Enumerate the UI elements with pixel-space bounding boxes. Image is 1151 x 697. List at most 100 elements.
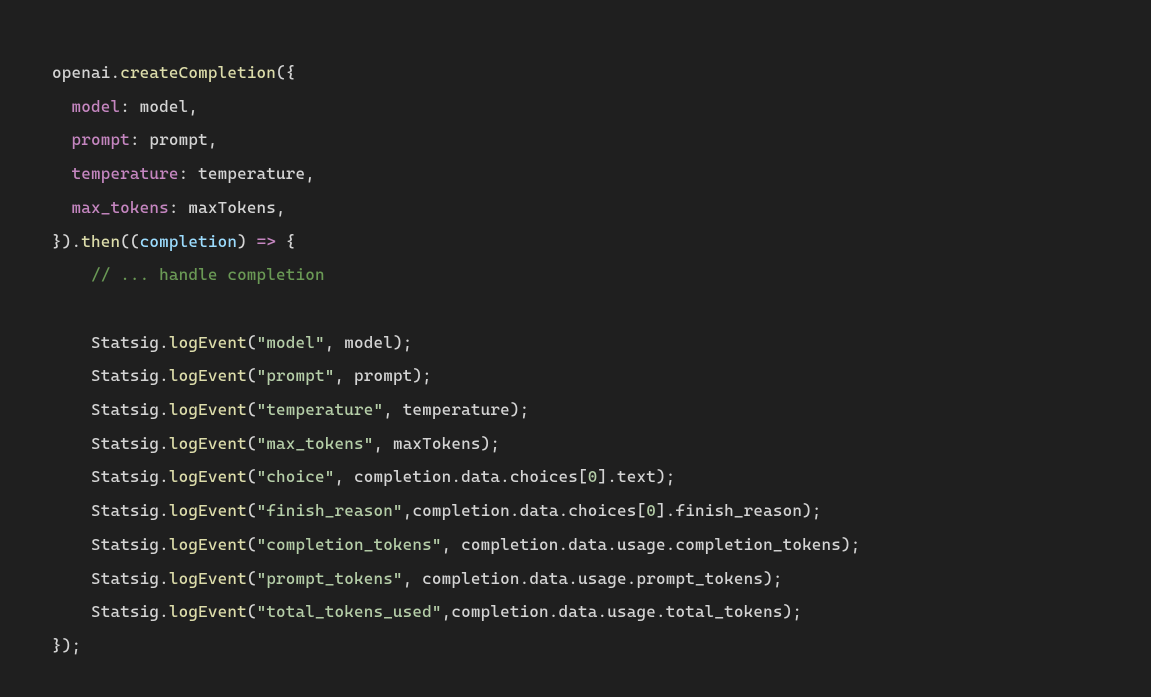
code-line: Statsig.logEvent("model", model);: [52, 333, 412, 352]
code-line: openai.createCompletion({: [52, 63, 296, 82]
code-token-punct: ,: [335, 467, 354, 486]
code-token-obj: prompt: [149, 130, 207, 149]
code-token-punct: ,: [442, 602, 452, 621]
code-block: openai.createCompletion({ model: model, …: [0, 0, 1151, 663]
code-token-punct: [: [578, 467, 588, 486]
code-token-punct: ].: [598, 467, 617, 486]
code-token-obj: data: [520, 501, 559, 520]
code-token-punct: ,: [276, 198, 286, 217]
code-token-punct: (: [247, 569, 257, 588]
code-token-string: "max_tokens": [257, 434, 374, 453]
code-token-punct: .: [607, 535, 617, 554]
code-token-func: logEvent: [169, 333, 247, 352]
code-token-punct: .: [559, 535, 569, 554]
code-token-punct: );: [802, 501, 821, 520]
code-token-string: "completion_tokens": [257, 535, 442, 554]
code-token-punct: );: [656, 467, 675, 486]
code-token-punct: .: [549, 602, 559, 621]
code-line: // ... handle completion: [52, 265, 325, 284]
code-token-obj: completion: [422, 569, 519, 588]
code-token-punct: .: [656, 602, 666, 621]
code-token-obj: choices: [510, 467, 578, 486]
code-token-punct: );: [783, 602, 802, 621]
code-token-obj: maxTokens: [393, 434, 481, 453]
code-token-punct: (: [247, 434, 257, 453]
code-token-obj: usage: [607, 602, 656, 621]
code-token-punct: );: [481, 434, 500, 453]
code-token-punct: :: [179, 164, 198, 183]
code-token-obj: Statsig: [91, 366, 159, 385]
code-token-punct: .: [559, 501, 569, 520]
code-token-obj: Statsig: [91, 434, 159, 453]
code-line: temperature: temperature,: [52, 164, 315, 183]
code-token-punct: (: [247, 400, 257, 419]
code-line: }).then((completion) => {: [52, 232, 296, 251]
code-token-punct: ,: [335, 366, 354, 385]
code-token-obj: temperature: [198, 164, 305, 183]
code-token-obj: completion: [451, 602, 548, 621]
code-line: Statsig.logEvent("temperature", temperat…: [52, 400, 529, 419]
code-token-punct: .: [159, 366, 169, 385]
code-token-func: logEvent: [169, 467, 247, 486]
code-token-punct: :: [120, 97, 139, 116]
code-token-punct: );: [412, 366, 431, 385]
code-token-func: logEvent: [169, 400, 247, 419]
code-token-func: logEvent: [169, 366, 247, 385]
code-line: Statsig.logEvent("completion_tokens", co…: [52, 535, 861, 554]
code-token-obj: completion: [412, 501, 509, 520]
code-line: prompt: prompt,: [52, 130, 218, 149]
code-token-punct: .: [159, 434, 169, 453]
code-token-string: "total_tokens_used": [257, 602, 442, 621]
code-token-func: logEvent: [169, 434, 247, 453]
code-token-punct: .: [500, 467, 510, 486]
code-line: Statsig.logEvent("choice", completion.da…: [52, 467, 675, 486]
code-token-obj: usage: [578, 569, 627, 588]
code-token-obj: data: [559, 602, 598, 621]
code-token-punct: ((: [120, 232, 139, 251]
code-token-punct: );: [841, 535, 860, 554]
code-token-obj: maxTokens: [188, 198, 276, 217]
code-token-func: logEvent: [169, 501, 247, 520]
code-line: Statsig.logEvent("prompt_tokens", comple…: [52, 569, 783, 588]
code-token-obj: data: [529, 569, 568, 588]
code-token-obj: text: [617, 467, 656, 486]
code-token-punct: .: [159, 535, 169, 554]
code-token-key: max_tokens: [71, 198, 168, 217]
code-token-string: "prompt": [257, 366, 335, 385]
code-token-punct: .: [159, 333, 169, 352]
code-token-punct: .: [627, 569, 637, 588]
code-token-obj: prompt_tokens: [637, 569, 764, 588]
code-line: Statsig.logEvent("max_tokens", maxTokens…: [52, 434, 500, 453]
code-token-obj: usage: [617, 535, 666, 554]
code-token-num: 0: [646, 501, 656, 520]
code-token-punct: (: [247, 467, 257, 486]
code-token-obj: completion: [461, 535, 558, 554]
code-line: Statsig.logEvent("prompt", prompt);: [52, 366, 432, 385]
code-token-punct: .: [159, 467, 169, 486]
code-token-obj: Statsig: [91, 535, 159, 554]
code-line: model: model,: [52, 97, 198, 116]
code-token-punct: .: [598, 602, 608, 621]
code-token-string: "temperature": [257, 400, 384, 419]
code-token-punct: .: [568, 569, 578, 588]
code-token-obj: model: [344, 333, 393, 352]
code-token-func: logEvent: [169, 602, 247, 621]
code-token-punct: ,: [383, 400, 402, 419]
code-token-string: "choice": [257, 467, 335, 486]
code-token-obj: completion: [354, 467, 451, 486]
code-token-key: model: [71, 97, 120, 116]
code-token-punct: .: [159, 602, 169, 621]
code-token-punct: ,: [325, 333, 344, 352]
code-token-obj: Statsig: [91, 501, 159, 520]
code-token-key: prompt: [71, 130, 129, 149]
code-token-punct: [: [637, 501, 647, 520]
code-token-punct: {: [276, 232, 295, 251]
code-token-punct: ,: [208, 130, 218, 149]
code-token-punct: (: [247, 535, 257, 554]
code-token-key: =>: [257, 232, 276, 251]
code-token-punct: (: [247, 501, 257, 520]
code-token-punct: .: [510, 501, 520, 520]
code-token-obj: Statsig: [91, 400, 159, 419]
code-token-comment: // ... handle completion: [91, 265, 325, 284]
code-line: Statsig.logEvent("finish_reason",complet…: [52, 501, 822, 520]
